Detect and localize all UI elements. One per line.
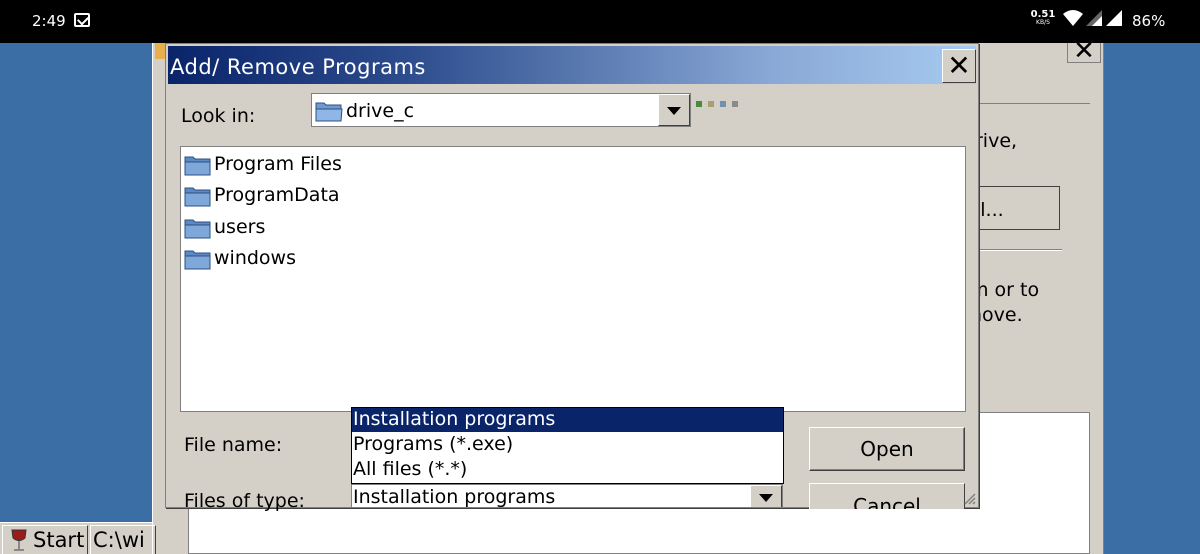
taskbar-item-console[interactable]: C:\wi bbox=[90, 525, 156, 554]
taskbar: Start C:\wi bbox=[0, 522, 156, 554]
signal-icon bbox=[1086, 10, 1102, 26]
files-of-type-dropdown-button[interactable] bbox=[750, 485, 782, 507]
network-speed: 0.51 KB/S bbox=[1030, 10, 1056, 26]
file-list[interactable]: Program Files ProgramData users windows bbox=[180, 146, 966, 412]
file-name: windows bbox=[214, 247, 296, 269]
background-close-button[interactable]: ✕ bbox=[1067, 43, 1101, 63]
wifi-icon bbox=[1063, 10, 1083, 26]
signal-icon-2 bbox=[1106, 10, 1122, 26]
dialog-title: Add/ Remove Programs bbox=[170, 55, 426, 79]
details-view-icon[interactable] bbox=[732, 101, 738, 107]
look-in-dropdown-button[interactable] bbox=[658, 94, 690, 126]
status-bar: 2:49 0.51 KB/S 86% bbox=[0, 0, 1200, 43]
files-of-type-value: Installation programs bbox=[353, 486, 556, 508]
files-of-type-options[interactable]: Installation programs Programs (*.exe) A… bbox=[351, 407, 784, 484]
background-text-2: m or to nove. bbox=[970, 278, 1039, 328]
chevron-down-icon bbox=[759, 494, 773, 502]
folder-icon bbox=[184, 187, 211, 207]
add-remove-programs-dialog: Add/ Remove Programs ✕ Look in: drive_c … bbox=[165, 43, 979, 512]
folder-open-icon bbox=[315, 102, 343, 122]
option-installation-programs[interactable]: Installation programs bbox=[352, 408, 783, 432]
wine-glass-icon bbox=[11, 529, 27, 551]
dialog-titlebar[interactable]: Add/ Remove Programs ✕ bbox=[168, 46, 976, 84]
up-folder-icon[interactable] bbox=[696, 101, 702, 107]
look-in-value: drive_c bbox=[346, 100, 415, 122]
start-label: Start bbox=[33, 528, 85, 552]
look-in-dropdown[interactable]: drive_c bbox=[311, 93, 691, 127]
status-time: 2:49 bbox=[32, 12, 66, 30]
folder-icon bbox=[184, 219, 211, 239]
cancel-button[interactable]: Cancel bbox=[809, 483, 965, 509]
background-text-line-a: m or to bbox=[970, 279, 1040, 301]
folder-icon bbox=[184, 156, 211, 176]
toolbar-icons[interactable] bbox=[696, 92, 752, 107]
background-text-line-b: nove. bbox=[970, 304, 1023, 326]
chevron-down-icon bbox=[667, 107, 681, 115]
background-text-1: rive, bbox=[975, 130, 1018, 152]
network-speed-unit: KB/S bbox=[1036, 19, 1050, 26]
open-button[interactable]: Open bbox=[809, 427, 965, 471]
new-folder-icon[interactable] bbox=[708, 101, 714, 107]
look-in-label: Look in: bbox=[181, 105, 256, 127]
mail-notification-icon bbox=[74, 13, 90, 27]
battery-level: 86% bbox=[1132, 12, 1166, 30]
close-button[interactable]: ✕ bbox=[942, 49, 976, 83]
file-name: Program Files bbox=[214, 153, 342, 175]
files-of-type-label: Files of type: bbox=[184, 490, 305, 512]
option-programs-exe[interactable]: Programs (*.exe) bbox=[352, 433, 783, 457]
file-name: ProgramData bbox=[214, 184, 340, 206]
file-name-label: File name: bbox=[184, 434, 283, 456]
resize-grip-icon[interactable] bbox=[963, 484, 977, 506]
file-name: users bbox=[214, 216, 266, 238]
folder-icon bbox=[184, 250, 211, 270]
option-all-files[interactable]: All files (*.*) bbox=[352, 458, 783, 482]
close-icon: ✕ bbox=[947, 49, 971, 82]
start-button[interactable]: Start bbox=[2, 525, 88, 554]
files-of-type-dropdown[interactable]: Installation programs bbox=[351, 484, 783, 508]
list-view-icon[interactable] bbox=[720, 101, 726, 107]
